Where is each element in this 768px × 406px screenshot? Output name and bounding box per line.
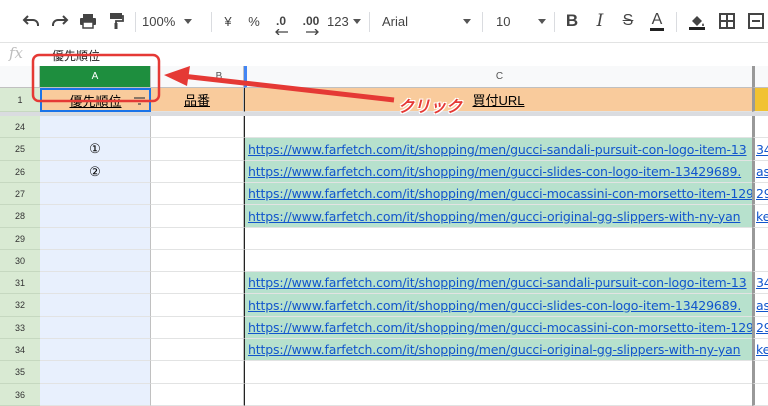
- annotation-overlay: [31, 53, 395, 103]
- annotation-arrow-line: [181, 73, 395, 103]
- annotation-highlight-box: [31, 53, 161, 103]
- annotation-arrowhead: [164, 66, 190, 86]
- annotation-label: クリック: [398, 99, 463, 116]
